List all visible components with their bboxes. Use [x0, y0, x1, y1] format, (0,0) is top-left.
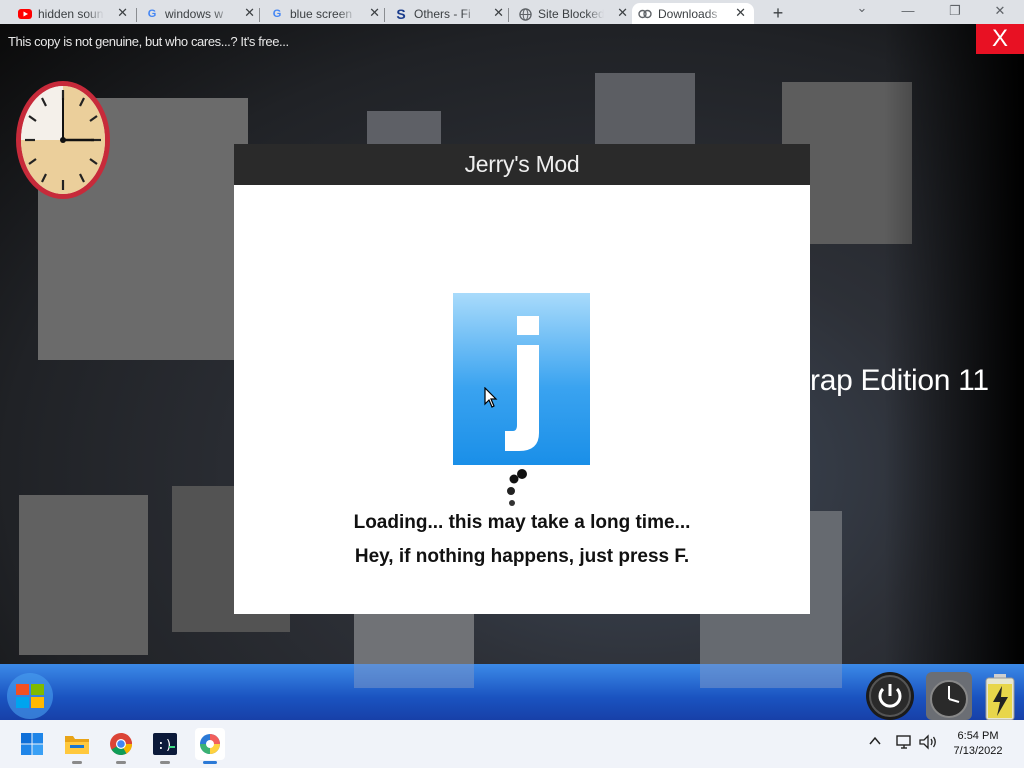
close-tab-icon[interactable]: ✕ — [117, 5, 128, 21]
power-icon[interactable] — [866, 672, 914, 720]
dialog-body: Loading... this may take a long time... … — [234, 185, 810, 614]
screen: hidden sounds ✕ G windows w ✕ G blue scr… — [0, 0, 1024, 768]
tab-label: Site Blocked — [538, 6, 604, 21]
network-icon[interactable] — [895, 734, 913, 753]
clock-app-icon[interactable] — [926, 672, 972, 720]
taskbar: :) 6:54 PM 7/13/2022 — [0, 720, 1024, 768]
svg-text::): :) — [157, 738, 173, 753]
windows-start-icon[interactable] — [18, 730, 46, 758]
tab-divider — [384, 8, 385, 22]
background-tile — [700, 664, 842, 688]
browser-tab-strip: hidden sounds ✕ G windows w ✕ G blue scr… — [0, 0, 1024, 24]
google-icon: G — [272, 8, 282, 20]
google-icon: G — [147, 8, 157, 20]
tab-hidden-sounds[interactable]: hidden sounds ✕ — [12, 3, 136, 24]
tab-label: Downloads — [658, 6, 718, 21]
tab-divider — [508, 8, 509, 22]
close-x-button[interactable]: X — [976, 24, 1024, 54]
close-window-button[interactable]: ✕ — [990, 3, 1010, 19]
tab-site-blocked[interactable]: Site Blocked ✕ — [512, 3, 636, 24]
clock-gadget[interactable] — [14, 78, 112, 199]
tab-label: windows w — [165, 6, 224, 21]
downloads-icon — [638, 7, 652, 21]
close-tab-icon[interactable]: ✕ — [244, 5, 255, 21]
background-tile — [354, 664, 474, 688]
loading-message: Loading... this may take a long time... — [353, 512, 691, 533]
dialog-title: Jerry's Mod — [234, 144, 810, 185]
chrome-icon[interactable] — [107, 730, 135, 764]
close-tab-icon[interactable]: ✕ — [617, 5, 628, 21]
active-app-icon[interactable] — [195, 728, 225, 764]
tab-label: hidden sounds — [38, 6, 104, 21]
jerrys-mod-dialog: Jerry's Mod Loading... this may take a l… — [234, 144, 810, 614]
tab-label: blue screen — [290, 6, 353, 21]
tab-windows[interactable]: G windows w ✕ — [139, 3, 263, 24]
hint-message: Hey, if nothing happens, just press F. — [354, 546, 690, 567]
chevron-up-icon[interactable] — [868, 734, 882, 751]
volume-icon[interactable] — [918, 734, 938, 753]
running-indicator — [160, 761, 170, 764]
background-tile — [595, 73, 695, 153]
mouse-cursor-icon — [484, 386, 498, 414]
jerrys-mod-logo — [453, 293, 590, 465]
s-logo-icon: S — [396, 6, 406, 22]
tab-search-dropdown-icon[interactable]: ⌄ — [852, 0, 872, 16]
not-genuine-watermark: This copy is not genuine, but who cares.… — [8, 34, 289, 49]
tab-downloads[interactable]: Downloads ✕ — [632, 3, 754, 24]
legacy-taskbar — [0, 664, 1024, 721]
clock-date: 7/13/2022 — [953, 745, 1003, 757]
running-indicator — [116, 761, 126, 764]
start-orb-icon[interactable] — [6, 672, 54, 720]
clock-time: 6:54 PM — [957, 730, 999, 742]
tab-others[interactable]: S Others - Fi ✕ — [388, 3, 512, 24]
tab-blue-screen[interactable]: G blue screen ✕ — [264, 3, 388, 24]
edition-text: rap Edition 11 — [810, 364, 989, 397]
background-tile — [19, 495, 148, 655]
globe-icon — [518, 7, 532, 21]
battery-icon[interactable] — [980, 672, 1020, 721]
file-explorer-icon[interactable] — [63, 730, 91, 764]
tab-divider — [136, 8, 137, 22]
new-tab-button[interactable]: + — [768, 3, 788, 24]
youtube-icon — [18, 7, 32, 21]
terminal-icon[interactable]: :) — [151, 730, 179, 764]
tab-divider — [259, 8, 260, 22]
minimize-button[interactable]: — — [898, 3, 918, 18]
close-tab-icon[interactable]: ✕ — [735, 5, 746, 21]
tab-label: Others - Fi — [414, 6, 471, 21]
loading-spinner — [504, 467, 534, 509]
close-tab-icon[interactable]: ✕ — [369, 5, 380, 21]
system-clock[interactable]: 6:54 PM 7/13/2022 — [945, 729, 1011, 759]
close-tab-icon[interactable]: ✕ — [493, 5, 504, 21]
restore-button[interactable]: ❐ — [945, 3, 965, 19]
running-indicator — [72, 761, 82, 764]
active-indicator — [203, 761, 217, 764]
